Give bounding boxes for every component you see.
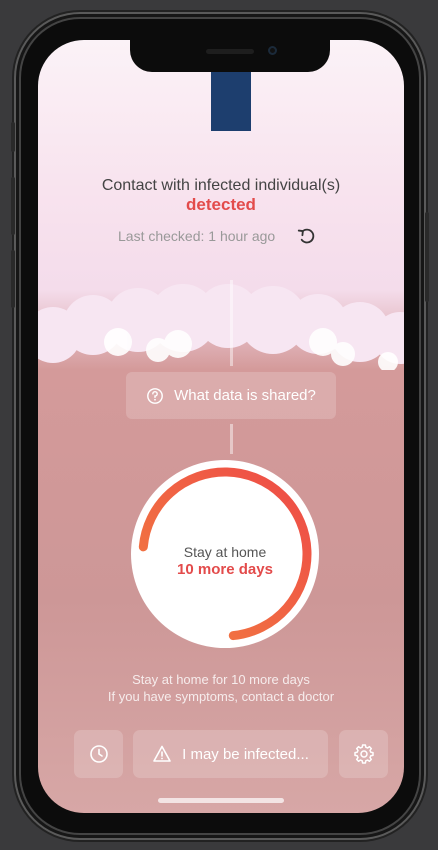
last-checked-text: Last checked: 1 hour ago — [118, 228, 276, 244]
connector-line-top — [230, 280, 233, 366]
connector-line-bottom — [230, 424, 233, 454]
notch — [130, 40, 330, 72]
stay-home-info-text: Stay at home for 10 more days — [132, 672, 310, 687]
app-screen: Contact with infected individual(s) dete… — [38, 40, 404, 813]
what-data-is-shared-button[interactable]: What data is shared? — [126, 372, 336, 419]
cloud-decoration — [38, 284, 404, 370]
clock-icon — [89, 745, 108, 763]
gear-icon — [353, 744, 374, 764]
volume-up-button — [11, 177, 15, 235]
days-remaining-text: 10 more days — [177, 561, 273, 578]
countdown-ring: Stay at home 10 more days — [131, 460, 319, 648]
i-may-be-infected-button[interactable]: I may be infected... — [133, 730, 328, 778]
refresh-icon[interactable] — [296, 226, 318, 248]
contact-status-text: Contact with infected individual(s) — [101, 177, 341, 194]
flag-banner — [211, 72, 251, 131]
warning-icon — [153, 745, 171, 762]
speaker — [206, 49, 254, 54]
history-button[interactable] — [74, 730, 123, 778]
what-data-is-shared-label: What data is shared? — [174, 387, 316, 404]
contact-status-detected: detected — [186, 195, 256, 214]
settings-button[interactable] — [339, 730, 388, 778]
front-camera — [268, 46, 277, 55]
volume-down-button — [11, 250, 15, 308]
mute-switch — [11, 122, 15, 152]
stay-at-home-label: Stay at home — [183, 544, 267, 560]
help-circle-icon — [147, 387, 164, 404]
symptoms-info-text: If you have symptoms, contact a doctor — [107, 689, 335, 704]
i-may-be-infected-label: I may be infected... — [182, 745, 309, 763]
power-button — [425, 212, 429, 302]
home-indicator — [158, 798, 284, 803]
